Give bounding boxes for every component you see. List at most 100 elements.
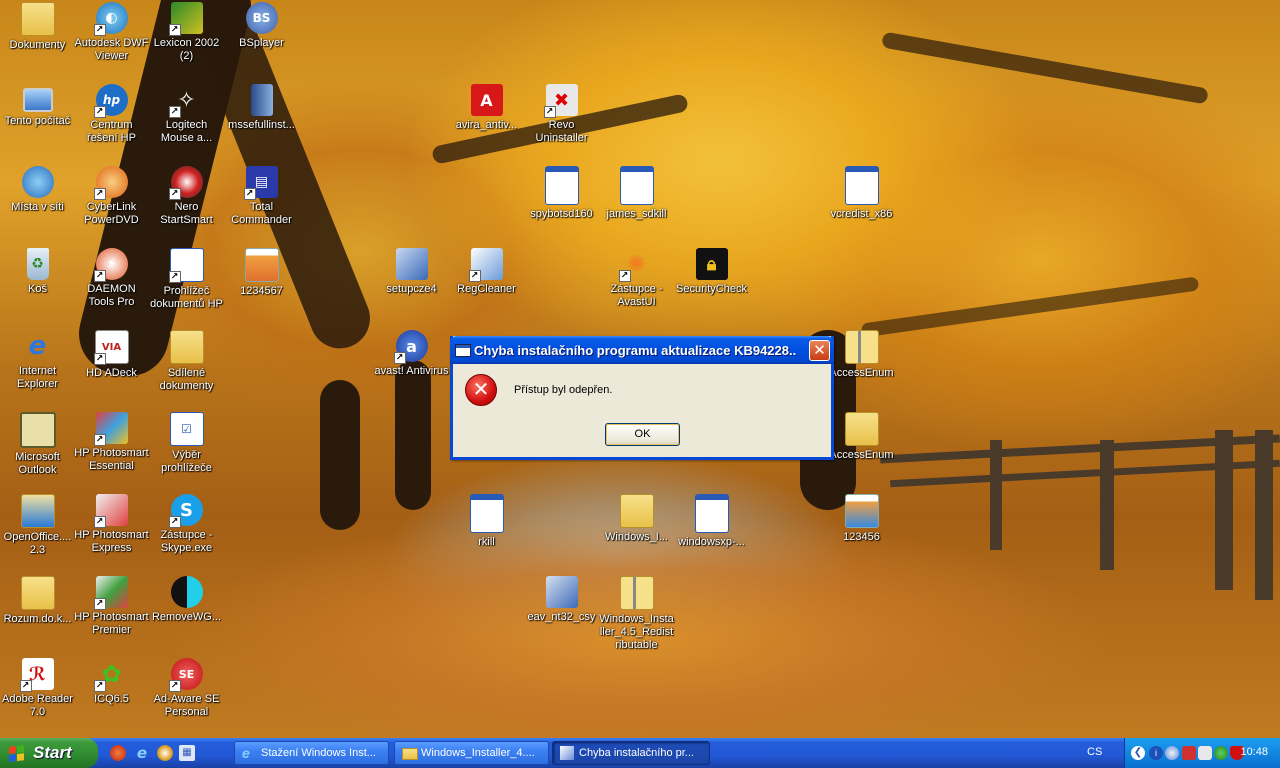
desktop-icon-vyber-prohlizece[interactable]: ☑ Výběr prohlížeče (149, 412, 224, 475)
desktop-icon-autodesk-dwf[interactable]: ◐ Autodesk DWF Viewer (74, 2, 149, 63)
icon-label: SecurityCheck (676, 283, 747, 295)
desktop-icon-setupcze4[interactable]: setupcze4 (374, 248, 449, 296)
ok-button[interactable]: OK (605, 423, 680, 446)
desktop-icon-hp-photosmart-express[interactable]: HP Photosmart Express (74, 494, 149, 555)
folder-icon (402, 748, 418, 760)
desktop-icon-ad-aware[interactable]: SE Ad-Aware SE Personal (149, 658, 224, 719)
desktop-icon-rkill[interactable]: rkill (449, 494, 524, 549)
start-button[interactable]: Start (0, 738, 98, 768)
network-tray-icon[interactable] (1165, 746, 1179, 760)
icon-label: Microsoft Outlook (15, 451, 60, 476)
desktop-icon-accessenum-folder[interactable]: AccessEnum (824, 412, 899, 462)
desktop-icon-bsplayer[interactable]: BS BSplayer (224, 2, 299, 50)
firefox-icon[interactable] (110, 745, 126, 761)
icq-tray-icon[interactable] (1214, 746, 1228, 760)
desktop-icon-lexicon[interactable]: Lexicon 2002 (2) (149, 2, 224, 63)
icon-label: windowsxp-... (678, 536, 745, 548)
desktop-icon-kos[interactable]: ♻ Koš (0, 248, 75, 296)
desktop-icon-123456[interactable]: 123456 (824, 494, 899, 544)
icon-label: Adobe Reader 7.0 (2, 693, 73, 718)
desktop-icon-vcredist[interactable]: vcredist_x86 (824, 166, 899, 221)
documents-folder-icon (20, 2, 55, 36)
desktop-icon-icq[interactable]: ✿ ICQ6.5 (74, 658, 149, 706)
nero-icon (168, 166, 203, 200)
desktop-icon-daemon-tools[interactable]: ⚡ DAEMON Tools Pro (74, 248, 149, 309)
setup-icon (395, 248, 428, 280)
desktop-icon-mssefullinst[interactable]: mssefullinst... (224, 84, 299, 132)
media-player-icon[interactable] (157, 745, 173, 761)
icon-label: 123456 (843, 531, 880, 543)
desktop-icon-mista-v-siti[interactable]: Místa v síti (0, 166, 75, 214)
task-chyba-instalacniho-programu[interactable]: Chyba instalačního pr... (552, 741, 710, 765)
photosmart-premier-icon (93, 576, 128, 610)
desktop-icon-internet-explorer[interactable]: e Internet Explorer (0, 330, 75, 391)
desktop-icon-regcleaner[interactable]: RegCleaner (449, 248, 524, 296)
desktop-icon-revo[interactable]: ✖ Revo Uninstaller (524, 84, 599, 145)
avast-antivirus-icon: a (393, 330, 428, 364)
internet-explorer-icon[interactable]: e (134, 745, 150, 761)
desktop-icon-avira[interactable]: A avira_antiv... (449, 84, 524, 132)
computer-icon (22, 88, 53, 112)
language-indicator[interactable]: CS (1087, 746, 1102, 758)
desktop-icon-rozum[interactable]: Rozum.do.k... (0, 576, 75, 626)
desktop-icon-nero[interactable]: Nero StartSmart (149, 166, 224, 227)
desktop-icon-powerdvd[interactable]: CyberLink PowerDVD (74, 166, 149, 227)
desktop-icon-windows-installer-redist[interactable]: Windows_Installer_4.5_Redistributable (599, 576, 674, 652)
lightning-icon: ⚡ (93, 248, 128, 282)
desktop-icon-hp-photosmart-essential[interactable]: HP Photosmart Essential (74, 412, 149, 473)
dialog-title: Chyba instalačního programu aktualizace … (474, 343, 796, 358)
desktop-icon-centrum-reseni-hp[interactable]: hp Centrum řešení HP (74, 84, 149, 145)
desktop-icon-total-commander[interactable]: ▤ Total Commander (224, 166, 299, 227)
pdf-icon: ℛ (19, 658, 54, 692)
security-tray-icon[interactable] (1182, 746, 1196, 760)
icon-label: Revo Uninstaller (535, 119, 588, 144)
desktop-icon-spybot[interactable]: spybotsd160 (524, 166, 599, 221)
zip-folder-icon (619, 576, 654, 610)
desktop-icon-hp-photosmart-premier[interactable]: HP Photosmart Premier (74, 576, 149, 637)
icon-label: RegCleaner (457, 283, 516, 295)
desktop-icon-openoffice[interactable]: OpenOffice.... 2.3 (0, 494, 75, 557)
folder-icon (20, 576, 55, 610)
desktop-icon-dokumenty[interactable]: Dokumenty (0, 2, 75, 52)
printer-tray-icon[interactable] (1198, 746, 1212, 760)
avast-icon: ✺ (618, 248, 653, 282)
task-label: Chyba instalačního pr... (579, 747, 694, 759)
photosmart-express-icon (93, 494, 128, 528)
icon-label: eav_nt32_csy (527, 611, 596, 623)
desktop-icon-hd-adeck[interactable]: VIA HD ADeck (74, 330, 149, 380)
openoffice-icon (20, 494, 55, 528)
installer-icon (250, 84, 273, 116)
desktop-icon-eav-nt32[interactable]: eav_nt32_csy (524, 576, 599, 624)
desktop-icon-sdilene-dokumenty[interactable]: Sdílené dokumenty (149, 330, 224, 393)
error-dialog: Chyba instalačního programu aktualizace … (450, 336, 834, 460)
desktop-icon-accessenum-zip[interactable]: AccessEnum (824, 330, 899, 380)
icon-label: Windows_Installer_4.5_Redistributable (599, 613, 674, 651)
desktop-icon-james-sdkill[interactable]: james_sdkill (599, 166, 674, 221)
desktop-icon-logitech[interactable]: ✧ Logitech Mouse a... (149, 84, 224, 145)
desktop-icon-1234567[interactable]: 1234567 (224, 248, 299, 298)
close-button[interactable]: ✕ (809, 340, 830, 361)
show-desktop-icon[interactable]: ▦ (179, 745, 195, 761)
desktop-icon-tento-pocitac[interactable]: Tento počítač (0, 84, 75, 128)
task-stazeni-windows-installer[interactable]: e Stažení Windows Inst... (234, 741, 389, 765)
dvd-icon (93, 166, 128, 200)
desktop-icon-microsoft-outlook[interactable]: Microsoft Outlook (0, 412, 75, 477)
desktop-icon-windowsxp[interactable]: windowsxp-... (674, 494, 749, 549)
task-windows-installer-folder[interactable]: Windows_Installer_4.... (394, 741, 549, 765)
info-icon[interactable]: i (1149, 746, 1163, 760)
desktop-icon-windows-i-folder[interactable]: Windows_I... (599, 494, 674, 544)
desktop-icon-removewg[interactable]: RemoveWG... (149, 576, 224, 624)
chevron-left-icon[interactable]: ❮ (1131, 746, 1145, 760)
dialog-titlebar[interactable]: Chyba instalačního programu aktualizace … (450, 336, 834, 364)
desktop-icon-prohlizec-hp[interactable]: Prohlížeč dokumentů HP (149, 248, 224, 311)
desktop-icon-securitycheck[interactable]: 🔒︎ SecurityCheck (674, 248, 749, 296)
desktop-icon-avast-antivirus[interactable]: a avast! Antivirus (374, 330, 449, 378)
icon-label: vcredist_x86 (830, 208, 893, 220)
icon-label: Výběr prohlížeče (161, 449, 212, 474)
application-window-icon (469, 494, 504, 533)
checklist-icon: ☑ (169, 412, 204, 446)
desktop-icon-adobe-reader[interactable]: ℛ Adobe Reader 7.0 (0, 658, 75, 719)
desktop-icon-avastui[interactable]: ✺ Zástupce - AvastUI (599, 248, 674, 309)
application-window-icon (694, 494, 729, 533)
desktop-icon-skype[interactable]: S Zástupce - Skype.exe (149, 494, 224, 555)
